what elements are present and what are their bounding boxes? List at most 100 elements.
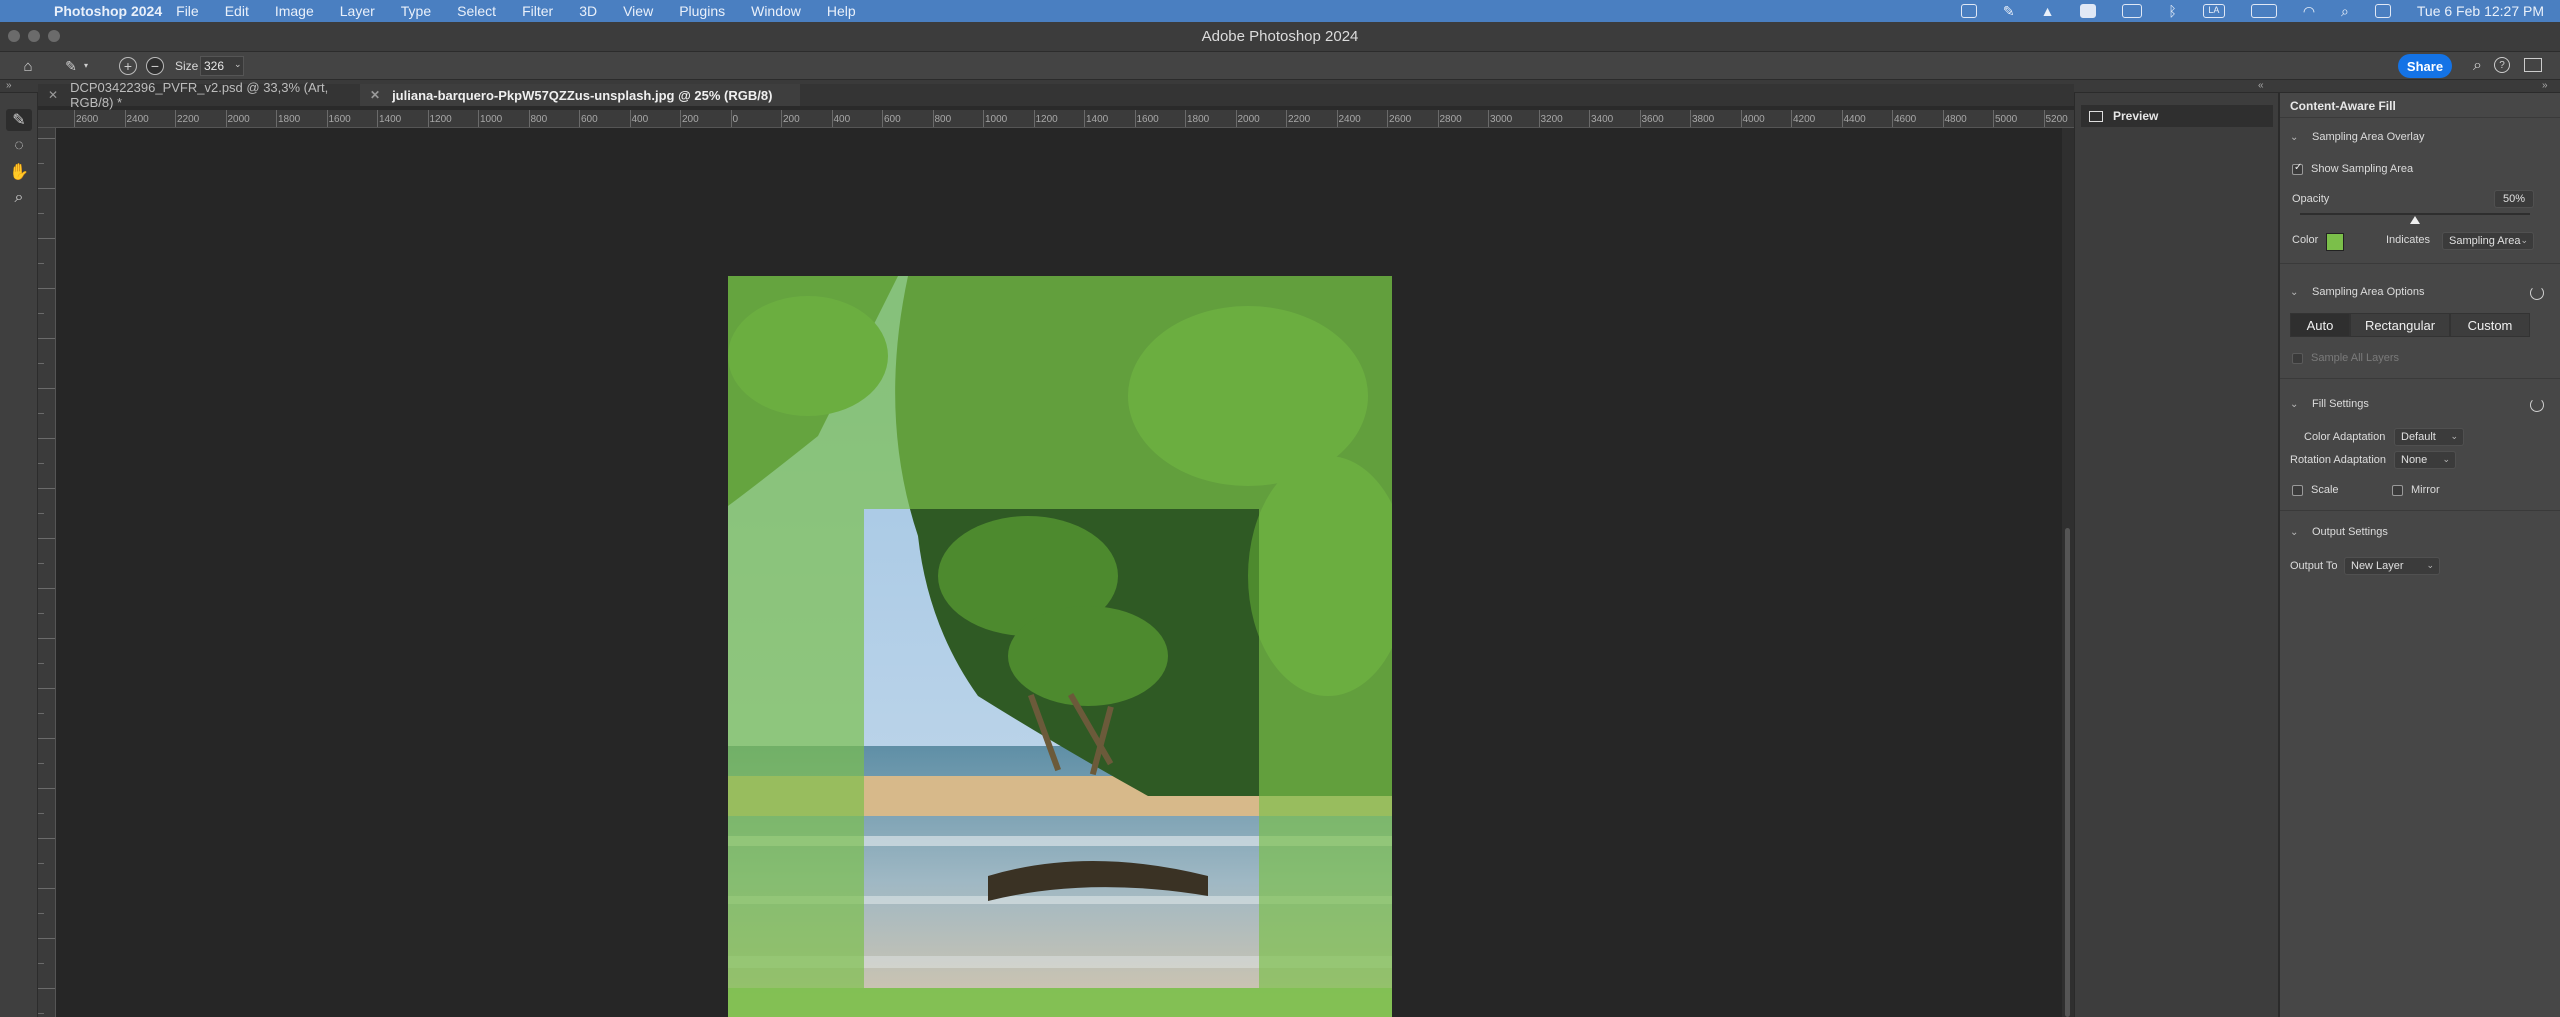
- reset-icon[interactable]: [2530, 398, 2544, 412]
- menu-view[interactable]: View: [623, 3, 653, 19]
- output-to-label: Output To: [2290, 560, 2338, 572]
- sampling-brush-tool-icon[interactable]: ✎: [6, 109, 32, 131]
- tab-juliana-jpg[interactable]: ✕ juliana-barquero-PkpW57QZZus-unsplash.…: [360, 84, 800, 106]
- canvas-image-beach-palms[interactable]: [728, 276, 1392, 1017]
- menu-select[interactable]: Select: [457, 3, 496, 19]
- chevron-down-icon[interactable]: ⌄: [2290, 287, 2302, 298]
- rotation-adaptation-dropdown[interactable]: None ⌄: [2394, 451, 2456, 469]
- menu-plugins[interactable]: Plugins: [679, 3, 725, 19]
- opacity-value-input[interactable]: 50%: [2494, 190, 2534, 208]
- size-chevron-down-icon[interactable]: ⌄: [234, 59, 242, 70]
- ruler-label: 2400: [126, 114, 149, 125]
- share-button[interactable]: Share: [2398, 54, 2452, 78]
- section-output-settings[interactable]: ⌄ Output Settings: [2290, 526, 2388, 538]
- expand-toolbar-icon[interactable]: »: [6, 80, 12, 91]
- chevron-down-icon[interactable]: ⌄: [2290, 527, 2302, 538]
- show-sampling-area-checkbox[interactable]: [2292, 162, 2303, 175]
- show-sampling-area-label: Show Sampling Area: [2311, 163, 2414, 175]
- brush-tool-preset-icon[interactable]: ✎: [60, 56, 82, 76]
- scale-checkbox[interactable]: [2292, 484, 2303, 496]
- help-icon[interactable]: ?: [2494, 57, 2510, 73]
- ruler-tick: [38, 588, 55, 589]
- control-center-icon[interactable]: [2374, 4, 2391, 18]
- collapse-panels-icon[interactable]: «: [2258, 80, 2264, 91]
- scroll-thumb[interactable]: [2065, 528, 2070, 1017]
- ruler-label: 2000: [227, 114, 250, 125]
- menu-file[interactable]: File: [176, 3, 199, 19]
- menu-layer[interactable]: Layer: [340, 3, 375, 19]
- chevron-down-icon[interactable]: ▾: [84, 61, 88, 70]
- chevron-down-icon[interactable]: ⌄: [2290, 132, 2302, 143]
- ruler-label: 3200: [1540, 114, 1563, 125]
- search-icon[interactable]: ⌕: [2341, 3, 2349, 20]
- mirror-checkbox[interactable]: [2392, 484, 2403, 496]
- zoom-tool-icon[interactable]: ⌕: [6, 187, 32, 209]
- ruler-tick: [38, 788, 55, 789]
- menu-type[interactable]: Type: [401, 3, 431, 19]
- dropbox-icon[interactable]: [1960, 4, 1977, 18]
- drive-icon[interactable]: ▲: [2041, 3, 2055, 19]
- home-icon[interactable]: ⌂: [18, 56, 38, 76]
- chevron-down-icon[interactable]: ⌄: [2290, 399, 2302, 410]
- section-fill-settings[interactable]: ⌄ Fill Settings: [2290, 398, 2369, 410]
- ruler-label: 4800: [1944, 114, 1967, 125]
- close-tab-icon[interactable]: ✕: [48, 88, 58, 102]
- menu-edit[interactable]: Edit: [225, 3, 249, 19]
- ruler-tick: [38, 513, 44, 514]
- custom-button[interactable]: Custom: [2450, 313, 2530, 337]
- vertical-scrollbar[interactable]: [2062, 128, 2074, 1017]
- bluetooth-icon[interactable]: ᛒ: [2168, 3, 2176, 19]
- opacity-slider-thumb[interactable]: [2410, 216, 2420, 224]
- wifi-icon[interactable]: ◠: [2303, 3, 2315, 20]
- panel-title: Content-Aware Fill: [2290, 99, 2396, 113]
- output-to-dropdown[interactable]: New Layer ⌄: [2344, 557, 2440, 575]
- workspace-icon[interactable]: [2524, 58, 2542, 72]
- ruler-tick: [38, 913, 44, 914]
- hand-tool-icon[interactable]: ✋: [6, 161, 32, 183]
- tab-label: juliana-barquero-PkpW57QZZus-unsplash.jp…: [392, 87, 773, 103]
- subtract-from-sampling-icon[interactable]: −: [146, 57, 164, 75]
- search-icon[interactable]: ⌕: [2473, 57, 2482, 75]
- ruler-label: 200: [783, 114, 800, 125]
- ruler-label: 0: [732, 114, 739, 125]
- color-adaptation-dropdown[interactable]: Default ⌄: [2394, 428, 2464, 446]
- ruler-tick: [1538, 110, 1540, 127]
- input-la-icon[interactable]: LA: [2202, 4, 2225, 18]
- ruler-tick: [579, 110, 580, 127]
- lasso-tool-icon[interactable]: ◌: [6, 135, 32, 157]
- show-sampling-area-row[interactable]: Show Sampling Area: [2292, 162, 2414, 175]
- ruler-tick: [1286, 110, 1287, 127]
- datetime[interactable]: Tue 6 Feb 12:27 PM: [2417, 3, 2544, 19]
- cloud-icon[interactable]: [2122, 4, 2143, 18]
- overlay-color-swatch[interactable]: [2326, 233, 2344, 251]
- menu-app-name[interactable]: Photoshop 2024: [54, 3, 162, 19]
- rectangular-button[interactable]: Rectangular: [2350, 313, 2450, 337]
- tab-dcp-psd[interactable]: ✕ DCP03422396_PVFR_v2.psd @ 33,3% (Art, …: [38, 80, 358, 110]
- section-sampling-options[interactable]: ⌄ Sampling Area Options: [2290, 286, 2425, 298]
- section-sampling-overlay[interactable]: ⌄ Sampling Area Overlay: [2290, 131, 2425, 143]
- menu-window[interactable]: Window: [751, 3, 801, 19]
- pen-icon[interactable]: ✎: [2003, 3, 2015, 20]
- battery-icon[interactable]: [2250, 4, 2277, 18]
- menu-image[interactable]: Image: [275, 3, 314, 19]
- ruler-label: 400: [833, 114, 851, 125]
- collapse-right-panel-icon[interactable]: »: [2542, 80, 2548, 91]
- ruler-tick: [38, 388, 55, 389]
- add-to-sampling-icon[interactable]: +: [119, 57, 137, 75]
- menu-help[interactable]: Help: [827, 3, 856, 19]
- opacity-slider-track[interactable]: [2300, 213, 2530, 215]
- scale-label: Scale: [2311, 484, 2339, 496]
- sample-all-layers-checkbox: [2292, 352, 2303, 364]
- preview-toggle-icon[interactable]: [2089, 110, 2103, 122]
- scale-row[interactable]: Scale: [2292, 484, 2339, 496]
- menu-filter[interactable]: Filter: [522, 3, 553, 19]
- auto-button[interactable]: Auto: [2290, 313, 2350, 337]
- close-tab-icon[interactable]: ✕: [370, 88, 380, 102]
- reset-icon[interactable]: [2530, 286, 2544, 300]
- bold-icon[interactable]: [2080, 4, 2097, 18]
- mirror-row[interactable]: Mirror: [2392, 484, 2440, 496]
- preview-header[interactable]: Preview: [2081, 105, 2273, 127]
- ruler-label: 5200: [2045, 114, 2068, 125]
- menu-3d[interactable]: 3D: [579, 3, 597, 19]
- indicates-dropdown[interactable]: Sampling Area ⌄: [2442, 232, 2534, 250]
